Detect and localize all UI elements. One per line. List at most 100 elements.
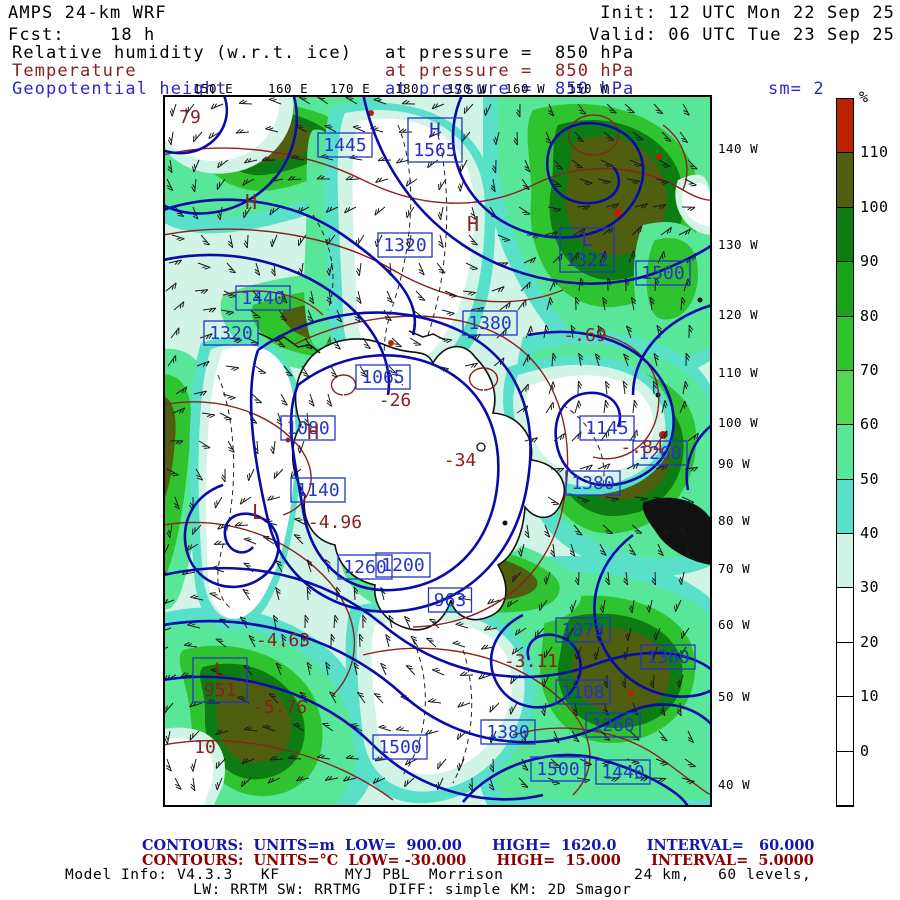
field-label-temperature: Temperature bbox=[12, 62, 137, 80]
map-plot: 1445132014401320138015001065108011401200… bbox=[163, 95, 712, 807]
island bbox=[477, 443, 485, 451]
temperature-label-9: -.84 bbox=[620, 437, 663, 458]
pressure-center-letter-2: L bbox=[214, 659, 225, 681]
temperature-label-5: -4.63 bbox=[256, 630, 310, 651]
top-axis-label-2: 170 E bbox=[330, 81, 370, 96]
temperature-label-4: -.69 bbox=[563, 325, 606, 346]
right-axis-label-8: 60 W bbox=[718, 617, 750, 632]
forecast-hour: Fcst: 18 h bbox=[8, 26, 155, 44]
colorbar-tick-10: 10 bbox=[860, 687, 879, 705]
temperature-label-0: 79 bbox=[179, 107, 201, 128]
colorbar-unit-label: % bbox=[859, 88, 869, 106]
top-axis-label-1: 160 E bbox=[268, 81, 308, 96]
colorbar-segment-11 bbox=[837, 697, 853, 751]
colorbar-segment-8 bbox=[837, 534, 853, 588]
right-axis-label-4: 100 W bbox=[718, 415, 758, 430]
height-contour-label-21: 963 bbox=[434, 590, 467, 611]
pressure-center-letter-0: H bbox=[429, 119, 440, 141]
colorbar-tick-6: 50 bbox=[860, 470, 879, 488]
colorbar-segment-10 bbox=[837, 643, 853, 697]
colorbar-tick-3: 80 bbox=[860, 307, 879, 325]
height-contour-label-22: 1500 bbox=[536, 759, 579, 780]
height-contour-label-3: 1320 bbox=[209, 323, 252, 344]
colorbar-tick-0: 110 bbox=[860, 143, 889, 161]
pressure-center-value-0: 1565 bbox=[413, 140, 456, 161]
right-axis-label-5: 90 W bbox=[718, 456, 750, 471]
height-contour-label-4: 1380 bbox=[468, 313, 511, 334]
colorbar-segment-0 bbox=[837, 99, 853, 153]
temperature-label-8: 10 bbox=[194, 737, 216, 758]
pressure-center-value-1: 1322 bbox=[565, 250, 608, 271]
colorbar-tick-8: 30 bbox=[860, 578, 879, 596]
top-axis-label-0: 150 E bbox=[193, 81, 233, 96]
temperature-label-12: L bbox=[252, 500, 264, 524]
height-contour-label-9: 1200 bbox=[381, 555, 424, 576]
field-label-humidity: Relative humidity (w.r.t. ice) bbox=[12, 44, 352, 62]
colorbar-segment-4 bbox=[837, 317, 853, 371]
wrf-forecast-chart-page: AMPS 24-km WRF Fcst: 18 h Init: 12 UTC M… bbox=[0, 0, 900, 900]
height-contour-label-16: 1360 bbox=[646, 647, 689, 668]
island bbox=[503, 521, 508, 526]
temperature-label-7: -3.11 bbox=[504, 651, 558, 672]
humidity-colorbar bbox=[836, 98, 854, 807]
colorbar-segment-3 bbox=[837, 262, 853, 316]
height-contour-label-1: 1320 bbox=[383, 235, 426, 256]
colorbar-tick-2: 90 bbox=[860, 252, 879, 270]
temperature-label-10: H bbox=[245, 190, 257, 214]
right-axis-label-1: 130 W bbox=[718, 237, 758, 252]
smoothing-label: sm= 2 bbox=[768, 80, 825, 98]
height-contour-label-20: 1440 bbox=[601, 762, 644, 783]
temperature-label-1: -26 bbox=[379, 390, 412, 411]
right-axis-label-0: 140 W bbox=[718, 141, 758, 156]
temperature-label-11: H bbox=[307, 420, 319, 444]
right-axis-label-10: 40 W bbox=[718, 777, 750, 792]
colorbar-segment-1 bbox=[837, 153, 853, 207]
colorbar-tick-5: 60 bbox=[860, 415, 879, 433]
colorbar-segment-12 bbox=[837, 752, 853, 806]
colorbar-tick-11: 0 bbox=[860, 742, 870, 760]
colorbar-tick-1: 100 bbox=[860, 198, 889, 216]
temperature-label-6: -5.76 bbox=[253, 697, 307, 718]
right-axis-label-2: 120 W bbox=[718, 307, 758, 322]
colorbar-segment-6 bbox=[837, 425, 853, 479]
right-axis-label-9: 50 W bbox=[718, 689, 750, 704]
colorbar-segment-9 bbox=[837, 588, 853, 642]
height-contour-label-8: 1140 bbox=[296, 480, 339, 501]
right-axis-label-7: 70 W bbox=[718, 561, 750, 576]
height-contour-label-11: 1145 bbox=[585, 418, 628, 439]
model-info-line2: LW: RRTM SW: RRTMG DIFF: simple KM: 2D S… bbox=[193, 882, 632, 898]
top-axis-label-3: 180 bbox=[395, 81, 419, 96]
antarctica-forecast-map: 1445132014401320138015001065108011401200… bbox=[163, 95, 712, 807]
model-info-line1: Model Info: V4.3.3 KF MYJ PBL Morrison 2… bbox=[65, 867, 811, 883]
right-axis-label-3: 110 W bbox=[718, 365, 758, 380]
colorbar-segment-2 bbox=[837, 208, 853, 262]
height-contour-label-17: 1380 bbox=[486, 722, 529, 743]
pressure-center-letter-1: L bbox=[581, 229, 592, 251]
colorbar-tick-4: 70 bbox=[860, 361, 879, 379]
height-contour-label-19: 1500 bbox=[378, 737, 421, 758]
height-contour-label-18: 1260 bbox=[591, 715, 634, 736]
right-axis-label-6: 80 W bbox=[718, 513, 750, 528]
field-level-temperature: at pressure = 850 hPa bbox=[385, 62, 634, 80]
height-contour-label-13: 1380 bbox=[571, 473, 614, 494]
valid-time: Valid: 06 UTC Tue 23 Sep 25 bbox=[589, 26, 895, 44]
top-axis-label-6: 150 W bbox=[568, 81, 608, 96]
colorbar-segment-7 bbox=[837, 480, 853, 534]
height-contour-label-5: 1500 bbox=[641, 263, 684, 284]
init-time: Init: 12 UTC Mon 22 Sep 25 bbox=[600, 4, 895, 22]
temperature-label-2: -34 bbox=[444, 450, 477, 471]
model-title: AMPS 24-km WRF bbox=[8, 4, 167, 22]
top-axis-label-4: 170 W bbox=[447, 81, 487, 96]
height-contour-label-6: 1065 bbox=[361, 367, 404, 388]
colorbar-tick-7: 40 bbox=[860, 524, 879, 542]
temperature-label-3: -4.96 bbox=[308, 512, 362, 533]
height-contour-label-14: 1073 bbox=[561, 620, 604, 641]
height-contour-label-2: 1440 bbox=[241, 288, 284, 309]
temperature-label-13: H bbox=[467, 212, 479, 236]
height-contour-label-10: 1260 bbox=[343, 557, 386, 578]
height-contour-label-0: 1445 bbox=[323, 135, 366, 156]
top-axis-label-5: 160 W bbox=[505, 81, 545, 96]
colorbar-tick-9: 20 bbox=[860, 633, 879, 651]
field-level-humidity: at pressure = 850 hPa bbox=[385, 44, 634, 62]
height-contour-label-15: 1108 bbox=[561, 682, 604, 703]
